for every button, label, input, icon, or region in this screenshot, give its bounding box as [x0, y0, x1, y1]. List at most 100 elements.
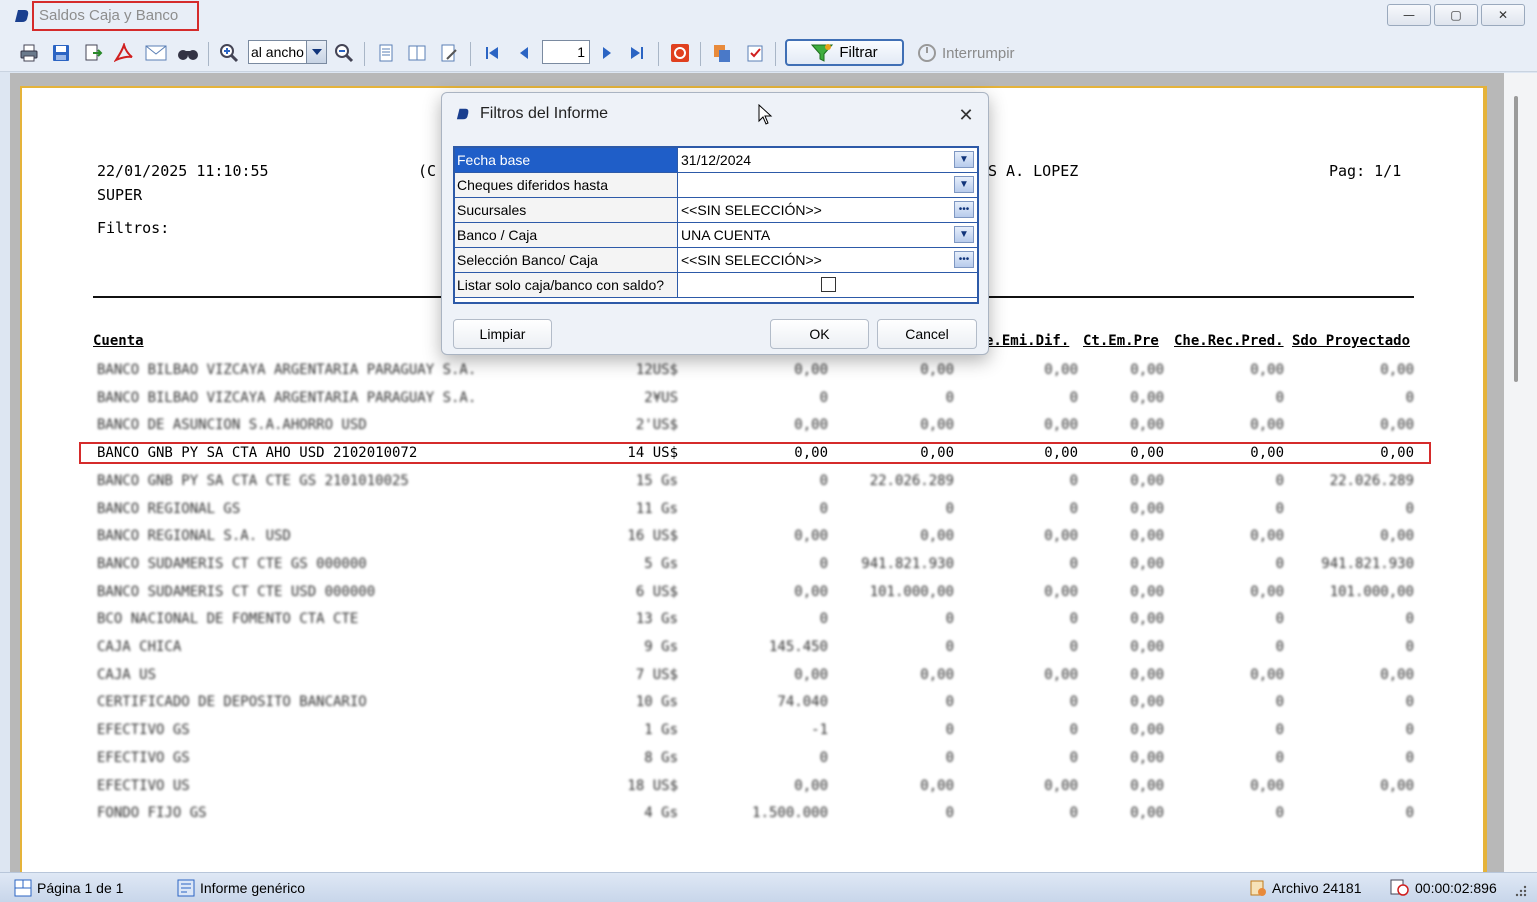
filter-row[interactable]: Fecha base 31/12/2024 ▼ [455, 148, 977, 173]
stop-icon[interactable] [669, 42, 691, 64]
table-cell-cuenta: BANCO DE ASUNCION S.A.AHORRO USD [97, 417, 367, 433]
table-cell-c5: 0 [1275, 556, 1284, 572]
edit-icon[interactable] [438, 42, 460, 64]
zoom-in-icon[interactable] [218, 42, 240, 64]
resize-grip-icon[interactable] [1513, 883, 1527, 897]
zoom-select[interactable]: al ancho [248, 40, 327, 64]
ellipsis-icon[interactable]: ••• [954, 201, 974, 218]
scrollbar-thumb[interactable] [1514, 96, 1518, 382]
table-row: BANCO REGIONAL GS 11 Gs 0 0 0 0,00 0 0 [0, 501, 1537, 521]
table-cell-c6: 0 [1405, 694, 1414, 710]
table-cell-c3: 0,00 [1044, 528, 1078, 544]
table-row: FONDO FIJO GS 4 Gs 1.500.000 0 0 0,00 0 0 [0, 805, 1537, 825]
chevron-down-icon[interactable] [306, 41, 326, 63]
save-icon[interactable] [50, 42, 72, 64]
table-cell-c2: 101.000,00 [869, 584, 954, 600]
report-filters-label: Filtros: [97, 219, 170, 237]
saldo-checkbox[interactable] [821, 277, 836, 292]
table-cell-c2: 0,00 [920, 528, 954, 544]
table-cell-c3: 0 [1069, 611, 1078, 627]
table-cell-code: 11 Gs [635, 501, 678, 517]
table-cell-code: 2'US$ [635, 417, 678, 433]
table-row: CAJA US 7 US$ 0,00 0,00 0,00 0,00 0,00 0,00 [0, 667, 1537, 687]
email-icon[interactable] [145, 42, 167, 64]
prev-page-icon[interactable] [513, 42, 535, 64]
filter-value-field[interactable]: <<SIN SELECCIÓN>> ••• [679, 248, 977, 272]
report-type-label: Informe genérico [200, 880, 306, 896]
table-cell-code: 9 Gs [644, 639, 678, 655]
filter-value: <<SIN SELECCIÓN>> [681, 252, 822, 268]
find-icon[interactable] [177, 42, 199, 64]
table-cell-c3: 0 [1069, 501, 1078, 517]
filter-value-field[interactable]: 31/12/2024 ▼ [679, 148, 977, 172]
table-cell-c4: 0,00 [1130, 417, 1164, 433]
interrumpir-button[interactable]: Interrumpir [917, 40, 1025, 66]
table-cell-c4: 0,00 [1130, 556, 1164, 572]
table-cell-c5: 0 [1275, 473, 1284, 489]
table-cell-cuenta: CAJA CHICA [97, 639, 182, 655]
report-type: Informe genérico [177, 879, 305, 897]
table-cell-c4: 0,00 [1130, 667, 1164, 683]
two-page-icon[interactable] [406, 42, 428, 64]
minimize-button[interactable]: — [1387, 4, 1431, 26]
filter-row[interactable]: Cheques diferidos hasta ▼ [455, 173, 977, 198]
page-number-input[interactable]: 1 [542, 40, 590, 64]
table-cell-cuenta: BANCO BILBAO VIZCAYA ARGENTARIA PARAGUAY… [97, 390, 477, 406]
cancel-button[interactable]: Cancel [877, 319, 977, 349]
table-cell-c2: 0 [945, 501, 954, 517]
copy-icon[interactable] [711, 42, 733, 64]
table-cell-c5: 0 [1275, 694, 1284, 710]
close-button[interactable]: ✕ [1481, 4, 1525, 26]
single-page-icon[interactable] [375, 42, 397, 64]
filter-value-field[interactable]: UNA CUENTA ▼ [679, 223, 977, 247]
table-cell-c4: 0,00 [1130, 528, 1164, 544]
pdf-icon[interactable] [113, 42, 135, 64]
table-cell-c3: 0,00 [1044, 417, 1078, 433]
table-cell-code: 18 US$ [627, 778, 678, 794]
table-row: CERTIFICADO DE DEPOSITO BANCARIO 10 Gs 74.… [0, 694, 1537, 714]
dialog-close-button[interactable]: ✕ [954, 103, 978, 127]
table-cell-c1: 74.040 [777, 694, 828, 710]
chevron-down-icon[interactable]: ▼ [954, 226, 974, 243]
table-cell-c6: 941.821.930 [1321, 556, 1414, 572]
next-page-icon[interactable] [596, 42, 618, 64]
table-cell-code: 15 Gs [635, 473, 678, 489]
table-cell-c1: 145.450 [768, 639, 828, 655]
filter-row[interactable]: Banco / Caja UNA CUENTA ▼ [455, 223, 977, 248]
zoom-value: al ancho [251, 44, 304, 60]
ok-button[interactable]: OK [770, 319, 869, 349]
limpiar-button[interactable]: Limpiar [453, 319, 552, 349]
title-bar [0, 0, 1537, 34]
filter-row[interactable]: Listar solo caja/banco con saldo? [455, 273, 977, 298]
filter-row[interactable]: Selección Banco/ Caja <<SIN SELECCIÓN>> ••… [455, 248, 977, 273]
report-user: SUPER [97, 186, 143, 204]
zoom-out-icon[interactable] [333, 42, 355, 64]
export-icon[interactable] [82, 42, 104, 64]
elapsed-time: 00:00:02:896 [1390, 879, 1497, 897]
table-cell-c6: 0,00 [1380, 778, 1414, 794]
table-cell-c5: 0,00 [1250, 778, 1284, 794]
filter-value-field[interactable]: ▼ [679, 173, 977, 197]
maximize-button[interactable]: ▢ [1434, 4, 1478, 26]
table-cell-c1: -1 [811, 722, 828, 738]
filter-value-field[interactable]: <<SIN SELECCIÓN>> ••• [679, 198, 977, 222]
report-title-fragment: (C [418, 162, 437, 180]
filter-row[interactable]: Sucursales <<SIN SELECCIÓN>> ••• [455, 198, 977, 223]
table-cell-c2: 0 [945, 805, 954, 821]
maximize-icon: ▢ [1450, 8, 1462, 22]
first-page-icon[interactable] [481, 42, 503, 64]
filter-value-field[interactable] [679, 273, 977, 297]
table-cell-c6: 0,00 [1380, 528, 1414, 544]
chevron-down-icon[interactable]: ▼ [954, 151, 974, 168]
checklist-icon[interactable] [744, 42, 766, 64]
ellipsis-icon[interactable]: ••• [954, 251, 974, 268]
filtrar-button[interactable]: Filtrar [785, 39, 904, 66]
chevron-down-icon[interactable]: ▼ [954, 176, 974, 193]
table-cell-c2: 0 [945, 722, 954, 738]
table-cell-code: 7 US$ [635, 667, 678, 683]
table-cell-code: 2¥US [644, 390, 678, 406]
last-page-icon[interactable] [626, 42, 648, 64]
filter-icon [811, 43, 834, 62]
archive-icon [1250, 880, 1266, 896]
print-icon[interactable] [18, 42, 40, 64]
